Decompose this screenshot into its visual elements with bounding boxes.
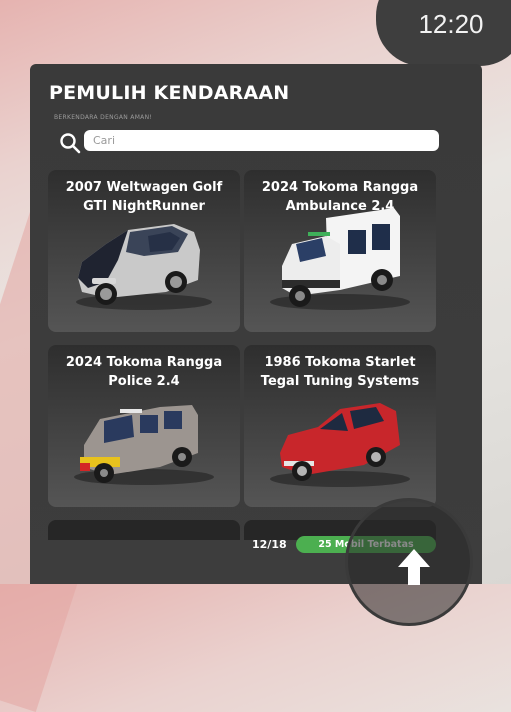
vehicle-card-ambulance[interactable]: 2024 Tokoma Rangga Ambulance 2.4 <box>244 170 436 332</box>
clock-time: 12:20 <box>418 9 484 39</box>
page-indicator: 12/18 <box>252 538 287 551</box>
hatchback-car-icon <box>76 224 212 310</box>
search-icon[interactable] <box>59 132 81 154</box>
clock: 12:20 <box>376 0 511 66</box>
action-button[interactable] <box>345 498 473 626</box>
vehicle-card-golf[interactable]: 2007 Weltwagen Golf GTI NightRunner <box>48 170 240 332</box>
panel-subtitle: BERKENDARA DENGAN AMAN! <box>54 114 153 121</box>
search-input[interactable] <box>84 130 439 151</box>
arrow-up-icon <box>398 549 430 585</box>
vehicle-card-next[interactable] <box>48 520 240 540</box>
compact-car-icon <box>270 403 410 487</box>
panel-title: PEMULIH KENDARAAN <box>49 82 290 104</box>
vehicle-card-starlet[interactable]: 1986 Tokoma Starlet Tegal Tuning Systems <box>244 345 436 507</box>
police-suv-icon <box>74 405 214 485</box>
ambulance-truck-icon <box>270 208 410 310</box>
vehicle-card-police[interactable]: 2024 Tokoma Rangga Police 2.4 <box>48 345 240 507</box>
